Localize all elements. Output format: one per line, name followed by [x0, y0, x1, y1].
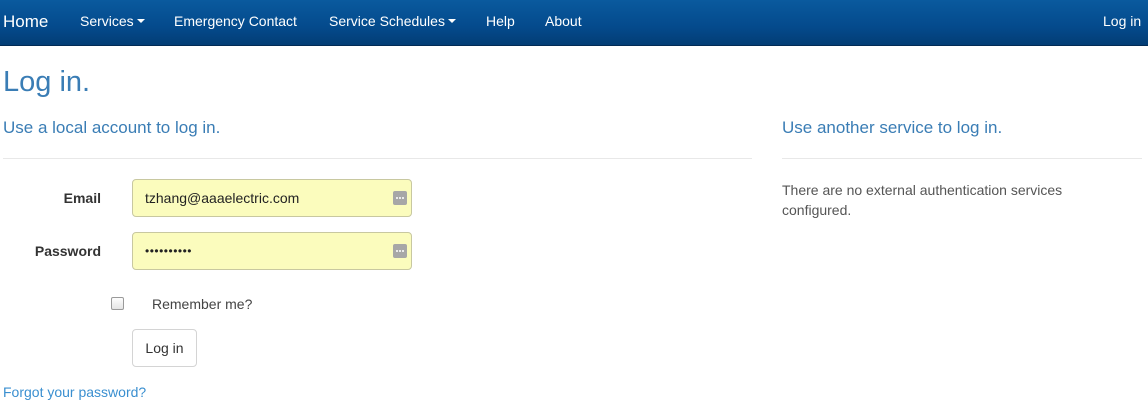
password-manager-icon[interactable] [393, 191, 407, 205]
top-navbar: Home Services Emergency Contact Service … [0, 0, 1148, 46]
remember-me-checkbox[interactable] [111, 297, 124, 310]
nav-emergency-contact[interactable]: Emergency Contact [174, 0, 297, 46]
caret-down-icon [136, 19, 145, 24]
nav-service-schedules-dropdown[interactable]: Service Schedules [329, 0, 456, 46]
nav-about[interactable]: About [545, 0, 582, 46]
local-account-heading: Use a local account to log in. [3, 118, 221, 137]
forgot-password-link[interactable]: Forgot your password? [3, 382, 146, 402]
nav-service-schedules-label: Service Schedules [329, 13, 445, 29]
password-field[interactable]: •••••••••• [132, 232, 412, 270]
password-manager-icon[interactable] [393, 244, 407, 258]
nav-login-link[interactable]: Log in [1103, 0, 1141, 46]
caret-down-icon [447, 19, 456, 24]
nav-help[interactable]: Help [486, 0, 515, 46]
nav-home-brand[interactable]: Home [3, 0, 48, 46]
email-label: Email [63, 190, 101, 206]
email-value: tzhang@aaaelectric.com [145, 190, 300, 206]
login-submit-button[interactable]: Log in [132, 329, 197, 367]
local-section-divider [3, 158, 752, 159]
password-mask: •••••••••• [145, 244, 193, 258]
password-label: Password [34, 243, 101, 259]
nav-services-label: Services [80, 13, 134, 29]
remember-me-label[interactable]: Remember me? [152, 294, 252, 314]
external-login-heading: Use another service to log in. [782, 118, 1003, 137]
external-section-divider [782, 158, 1142, 159]
nav-services-dropdown[interactable]: Services [80, 0, 145, 46]
email-field[interactable]: tzhang@aaaelectric.com [132, 179, 412, 217]
page-title: Log in. [3, 66, 91, 98]
no-external-services-message: There are no external authentication ser… [782, 182, 1063, 218]
